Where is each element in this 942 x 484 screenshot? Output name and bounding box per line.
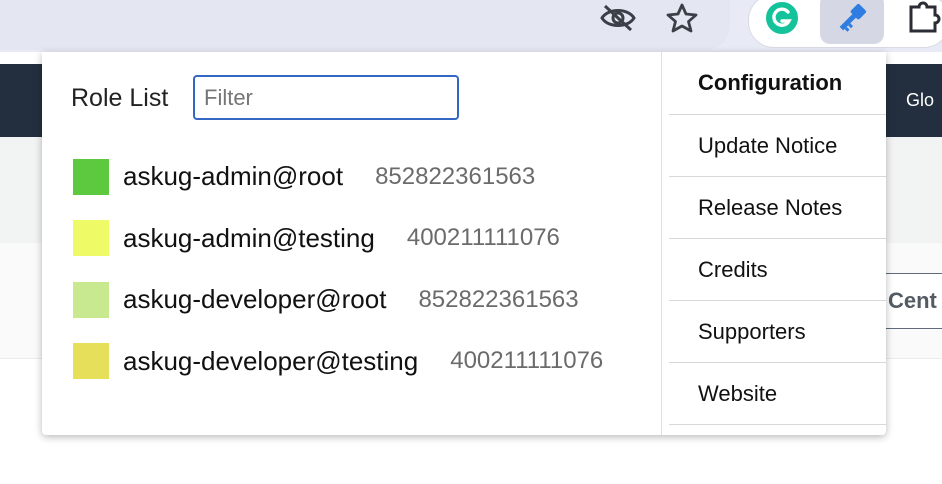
role-name: askug-admin@testing: [123, 222, 375, 253]
key-extension-icon[interactable]: [832, 0, 872, 36]
role-list: askug-admin@root 852822361563 askug-admi…: [73, 146, 603, 392]
eye-off-icon[interactable]: [598, 0, 638, 36]
menu-supporters[interactable]: Supporters: [669, 301, 886, 363]
menu-update-notice[interactable]: Update Notice: [669, 115, 886, 177]
grammarly-icon[interactable]: [762, 0, 802, 36]
menu-credits[interactable]: Credits: [669, 239, 886, 301]
browser-toolbar: [0, 0, 942, 52]
menu-release-notes[interactable]: Release Notes: [669, 177, 886, 239]
page-tab-label: Cent: [888, 288, 937, 313]
puzzle-icon[interactable]: [904, 0, 942, 36]
role-item[interactable]: askug-admin@root 852822361563: [73, 146, 603, 208]
star-icon[interactable]: [664, 0, 700, 36]
options-menu: Configuration Update Notice Release Note…: [669, 52, 886, 425]
role-item[interactable]: askug-admin@testing 400211111076: [73, 208, 603, 270]
menu-website[interactable]: Website: [669, 363, 886, 425]
role-account-id: 400211111076: [450, 347, 604, 375]
role-color-swatch: [73, 158, 109, 195]
role-account-id: 852822361563: [418, 285, 579, 313]
role-item[interactable]: askug-developer@testing 400211111076: [73, 331, 603, 393]
role-item[interactable]: askug-developer@root 852822361563: [73, 269, 603, 331]
role-color-swatch: [73, 281, 109, 318]
role-account-id: 852822361563: [375, 162, 536, 190]
role-name: askug-admin@root: [123, 161, 344, 192]
role-list-pane: Role List askug-admin@root 852822361563 …: [42, 52, 661, 435]
filter-input[interactable]: [193, 75, 459, 120]
menu-configuration[interactable]: Configuration: [669, 52, 886, 115]
role-list-title: Role List: [71, 84, 169, 112]
role-account-id: 400211111076: [406, 224, 560, 252]
role-name: askug-developer@root: [123, 284, 387, 315]
role-switcher-popup: Role List askug-admin@root 852822361563 …: [42, 52, 886, 435]
page-navbar-text[interactable]: Glo: [906, 90, 934, 111]
role-color-swatch: [73, 220, 109, 257]
pane-divider: [661, 52, 662, 435]
role-color-swatch: [73, 343, 109, 380]
role-name: askug-developer@testing: [123, 345, 419, 376]
